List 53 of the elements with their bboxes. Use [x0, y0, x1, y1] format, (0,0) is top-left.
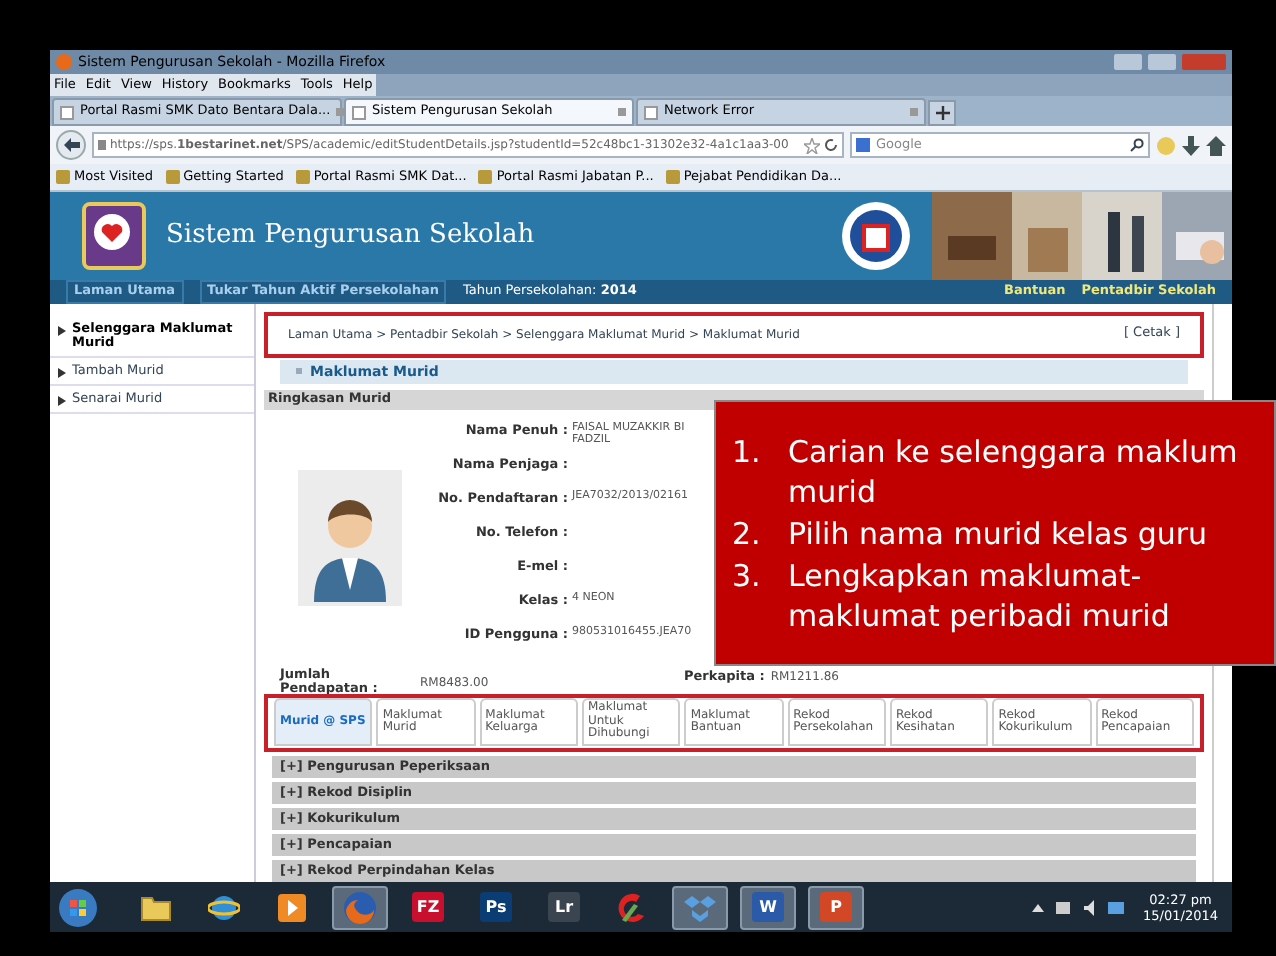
- plus-icon: [935, 106, 949, 120]
- tray-icons[interactable]: [1031, 899, 1128, 915]
- play-icon: [278, 893, 306, 921]
- taskbar-app-button[interactable]: P: [808, 885, 864, 929]
- app-logo-icon: Lr: [548, 892, 580, 922]
- app-logo-icon: P: [820, 892, 852, 922]
- brush-icon: [616, 891, 648, 923]
- bookmark-icon: [56, 170, 70, 184]
- lock-icon: [98, 140, 106, 150]
- start-button-icon[interactable]: [58, 887, 98, 927]
- close-tab-icon: [910, 108, 918, 116]
- reload-icon: [824, 138, 838, 152]
- home-icon[interactable]: [1206, 135, 1226, 155]
- arrow-right-icon: [58, 326, 66, 336]
- bookmark-icon: [295, 170, 310, 184]
- search-icon: [1130, 138, 1144, 152]
- step-text: Carian ke selenggara maklum murid: [788, 431, 1238, 511]
- arrow-right-icon: [58, 368, 66, 378]
- folder-icon: [140, 893, 172, 921]
- taskbar-app-button[interactable]: Ps: [468, 885, 524, 929]
- star-icon: [804, 137, 820, 153]
- search-engine-icon: [856, 138, 870, 152]
- back-button[interactable]: [56, 130, 86, 160]
- close-tab-icon: [618, 108, 626, 116]
- back-arrow-icon: [63, 138, 79, 152]
- step-text: Pilih nama murid kelas guru: [788, 513, 1208, 553]
- app-logo-icon: W: [752, 892, 784, 922]
- page-icon: [60, 105, 74, 119]
- step-number: 3.: [732, 555, 763, 597]
- bullet-icon: [296, 368, 302, 375]
- taskbar-app-button[interactable]: W: [740, 885, 796, 929]
- emblem-icon: [840, 200, 912, 272]
- app-logo-icon: Ps: [480, 892, 512, 922]
- taskbar-app-button[interactable]: FZ: [400, 885, 456, 929]
- avatar-icon: [298, 470, 402, 607]
- bookmark-icon: [478, 170, 493, 184]
- download-icon[interactable]: [1182, 135, 1200, 155]
- bookmark-icon: [665, 170, 680, 184]
- page-icon: [644, 105, 658, 119]
- step-text: Lengkapkan maklumat- maklumat peribadi murid: [788, 555, 1170, 635]
- arrow-right-icon: [58, 396, 66, 406]
- step-number: 2.: [732, 513, 763, 553]
- site-title: Sistem Pengurusan Sekolah: [166, 218, 535, 255]
- heart-logo-icon: [82, 202, 146, 270]
- close-tab-icon: [336, 108, 345, 116]
- open-box-icon: [684, 893, 716, 921]
- globe-icon: [208, 891, 240, 923]
- taskbar-app-button[interactable]: Lr: [536, 885, 592, 929]
- step-number: 1.: [732, 431, 763, 473]
- app-logo-icon: FZ: [412, 892, 444, 922]
- new-tab-button[interactable]: [928, 100, 956, 126]
- bookmark-icon: [165, 170, 180, 184]
- page-icon: [352, 105, 366, 119]
